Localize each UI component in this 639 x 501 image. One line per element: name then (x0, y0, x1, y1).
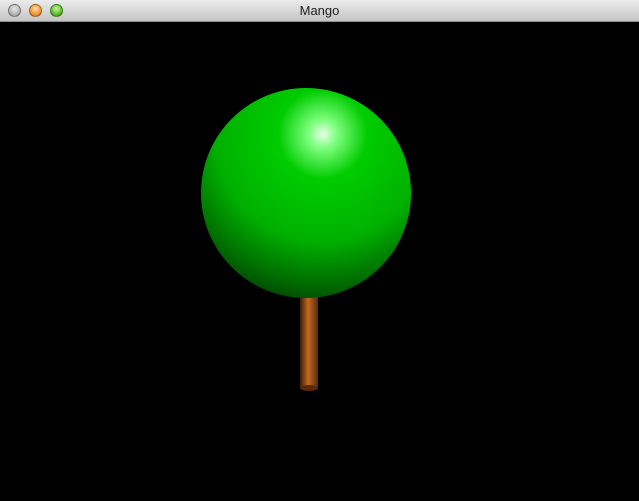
tree (201, 88, 411, 391)
scene-canvas (201, 88, 411, 391)
app-window: Mango (0, 0, 639, 501)
title-bar[interactable]: Mango (0, 0, 639, 22)
tree-trunk (300, 290, 318, 391)
tree-canopy (201, 88, 411, 298)
window-title: Mango (299, 3, 340, 18)
render-viewport[interactable] (0, 22, 639, 501)
